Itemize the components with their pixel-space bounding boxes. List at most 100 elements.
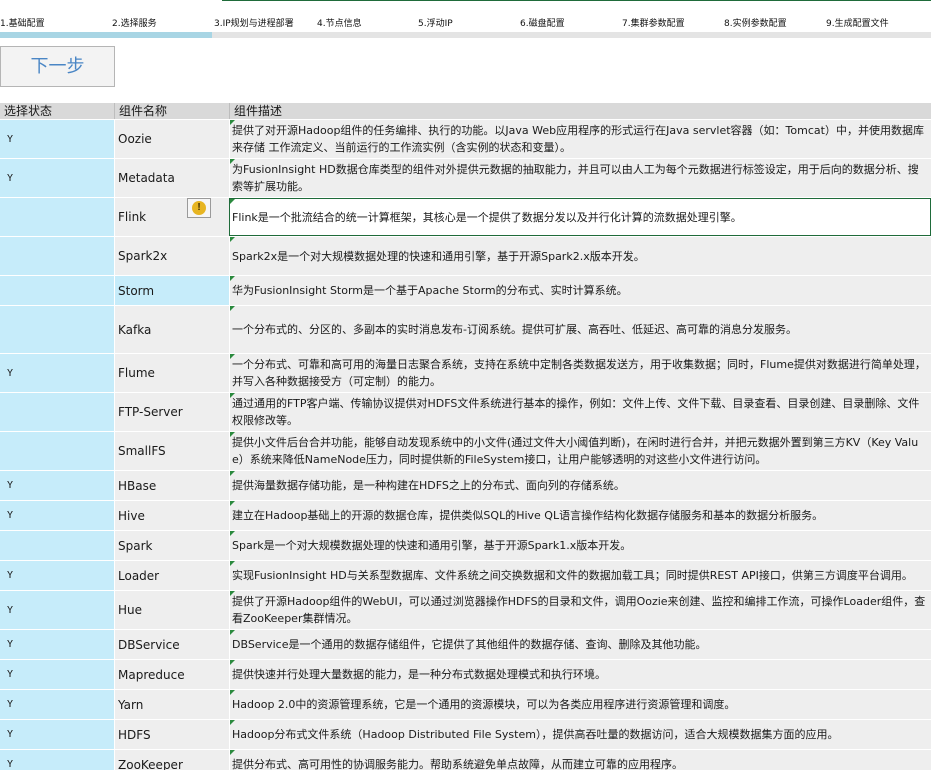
select-status-cell[interactable]: Y xyxy=(0,561,114,590)
table-row[interactable]: Flink Flink是一个批流结合的统一计算框架，其核心是一个提供了数据分发以及… xyxy=(0,198,931,237)
comment-marker-icon xyxy=(230,591,235,596)
step-node-info[interactable]: 4.节点信息 xyxy=(317,16,417,32)
component-desc-text: 华为FusionInsight Storm是一个基于Apache Storm的分… xyxy=(232,284,628,297)
component-name-cell[interactable]: Spark xyxy=(114,531,229,560)
component-desc-cell[interactable]: 华为FusionInsight Storm是一个基于Apache Storm的分… xyxy=(229,276,931,305)
component-name-cell[interactable]: Kafka xyxy=(114,306,229,353)
component-desc-cell[interactable]: 提供分布式、高可用性的协调服务能力。帮助系统避免单点故障，从而建立可靠的应用程序… xyxy=(229,750,931,770)
select-status-cell[interactable] xyxy=(0,306,114,353)
table-row[interactable]: Y Hue 提供了开源Hadoop组件的WebUI，可以通过浏览器操作HDFS的目录… xyxy=(0,591,931,630)
step-instance-params[interactable]: 8.实例参数配置 xyxy=(724,16,824,32)
step-ip-planning[interactable]: 3.IP规划与进程部署 xyxy=(214,16,314,32)
table-row[interactable]: Y HDFS Hadoop分布式文件系统（Hadoop Distributed Fi… xyxy=(0,720,931,750)
select-status-cell[interactable]: Y xyxy=(0,471,114,500)
component-desc-cell[interactable]: 实现FusionInsight HD与关系型数据库、文件系统之间交换数据和文件的… xyxy=(229,561,931,590)
component-desc-cell[interactable]: Spark是一个对大规模数据处理的快速和通用引擎，基于开源Spark1.x版本开… xyxy=(229,531,931,560)
component-desc-cell[interactable]: 一个分布式、可靠和高可用的海量日志聚合系统，支持在系统中定制各类数据发送方，用于… xyxy=(229,354,931,392)
select-status-cell[interactable]: Y xyxy=(0,750,114,770)
table-row[interactable]: Spark2x Spark2x是一个对大规模数据处理的快速和通用引擎，基于开源Sp… xyxy=(0,237,931,276)
table-row[interactable]: Y ZooKeeper 提供分布式、高可用性的协调服务能力。帮助系统避免单点故障，从… xyxy=(0,750,931,770)
component-desc-text: 一个分布式、可靠和高可用的海量日志聚合系统，支持在系统中定制各类数据发送方，用于… xyxy=(232,358,926,388)
table-row[interactable]: Y Flume 一个分布式、可靠和高可用的海量日志聚合系统，支持在系统中定制各类数据… xyxy=(0,354,931,393)
comment-marker-icon xyxy=(230,561,235,566)
component-name-cell[interactable]: HDFS xyxy=(114,720,229,749)
component-name-cell[interactable]: SmallFS xyxy=(114,432,229,470)
table-row[interactable]: Y Oozie 提供了对开源Hadoop组件的任务编排、执行的功能。以Java We… xyxy=(0,120,931,159)
component-name-cell[interactable]: Loader xyxy=(114,561,229,590)
component-desc-cell[interactable]: 提供小文件后台合并功能，能够自动发现系统中的小文件(通过文件大小阈值判断)，在闲… xyxy=(229,432,931,470)
select-status-cell[interactable] xyxy=(0,198,114,236)
table-row[interactable]: SmallFS 提供小文件后台合并功能，能够自动发现系统中的小文件(通过文件大小阈… xyxy=(0,432,931,471)
table-row[interactable]: Storm 华为FusionInsight Storm是一个基于Apache St… xyxy=(0,276,931,306)
component-desc-cell[interactable]: 提供了对开源Hadoop组件的任务编排、执行的功能。以Java Web应用程序的… xyxy=(229,120,931,158)
select-status-cell[interactable]: Y xyxy=(0,720,114,749)
table-row[interactable]: Y Loader 实现FusionInsight HD与关系型数据库、文件系统之间交… xyxy=(0,561,931,591)
component-desc-text: Hadoop 2.0中的资源管理系统，它是一个通用的资源模块，可以为各类应用程序… xyxy=(232,698,736,711)
component-desc-text: Spark2x是一个对大规模数据处理的快速和通用引擎，基于开源Spark2.x版… xyxy=(232,249,645,263)
comment-marker-icon xyxy=(230,432,235,437)
table-header: 选择状态 组件名称 组件描述 xyxy=(0,103,931,119)
select-status-cell[interactable]: Y xyxy=(0,630,114,659)
table-row[interactable]: Y Yarn Hadoop 2.0中的资源管理系统，它是一个通用的资源模块，可以为各… xyxy=(0,690,931,720)
select-status-cell[interactable]: Y xyxy=(0,690,114,719)
select-status-cell[interactable] xyxy=(0,237,114,275)
step-cluster-params[interactable]: 7.集群参数配置 xyxy=(622,16,722,32)
component-desc-cell[interactable]: 提供快速并行处理大量数据的能力，是一种分布式数据处理模式和执行环境。 xyxy=(229,660,931,689)
warning-icon[interactable]: ! xyxy=(187,198,211,218)
component-desc-cell[interactable]: Hadoop分布式文件系统（Hadoop Distributed File Sy… xyxy=(229,720,931,749)
select-status-cell[interactable] xyxy=(0,531,114,560)
component-name-cell[interactable]: Oozie xyxy=(114,120,229,158)
component-name-cell[interactable]: Metadata xyxy=(114,159,229,197)
component-desc-cell[interactable]: 通过通用的FTP客户端、传输协议提供对HDFS文件系统进行基本的操作，例如：文件… xyxy=(229,393,931,431)
component-name-cell[interactable]: Storm xyxy=(114,276,229,305)
step-floating-ip[interactable]: 5.浮动IP xyxy=(418,16,518,32)
select-status-cell[interactable] xyxy=(0,393,114,431)
comment-marker-icon xyxy=(230,237,235,242)
component-desc-cell[interactable]: 建立在Hadoop基础上的开源的数据仓库，提供类似SQL的Hive QL语言操作… xyxy=(229,501,931,530)
table-row[interactable]: Y Hive 建立在Hadoop基础上的开源的数据仓库，提供类似SQL的Hive Q… xyxy=(0,501,931,531)
component-desc-cell[interactable]: 一个分布式的、分区的、多副本的实时消息发布-订阅系统。提供可扩展、高吞吐、低延迟… xyxy=(229,306,931,353)
table-row[interactable]: Y DBService DBService是一个通用的数据存储组件，它提供了其他组件… xyxy=(0,630,931,660)
component-name-cell[interactable]: Flink xyxy=(114,198,229,236)
step-generate-config[interactable]: 9.生成配置文件 xyxy=(826,16,931,32)
table-row[interactable]: Y Metadata 为FusionInsight HD数据仓库类型的组件对外提供元… xyxy=(0,159,931,198)
component-desc-cell[interactable]: 为FusionInsight HD数据仓库类型的组件对外提供元数据的抽取能力，并… xyxy=(229,159,931,197)
component-desc-cell[interactable]: Spark2x是一个对大规模数据处理的快速和通用引擎，基于开源Spark2.x版… xyxy=(229,237,931,275)
select-status-cell[interactable]: Y xyxy=(0,660,114,689)
component-name-cell[interactable]: Mapreduce xyxy=(114,660,229,689)
component-name-cell[interactable]: Hive xyxy=(114,501,229,530)
component-name-cell[interactable]: Hue xyxy=(114,591,229,629)
step-disk-config[interactable]: 6.磁盘配置 xyxy=(520,16,620,32)
table-row[interactable]: Kafka 一个分布式的、分区的、多副本的实时消息发布-订阅系统。提供可扩展、高吞… xyxy=(0,306,931,354)
select-status-cell[interactable] xyxy=(0,276,114,305)
component-desc-cell[interactable]: Hadoop 2.0中的资源管理系统，它是一个通用的资源模块，可以为各类应用程序… xyxy=(229,690,931,719)
component-desc-cell[interactable]: DBService是一个通用的数据存储组件，它提供了其他组件的数据存储、查询、删… xyxy=(229,630,931,659)
component-name-cell[interactable]: Yarn xyxy=(114,690,229,719)
component-name-cell[interactable]: Spark2x xyxy=(114,237,229,275)
table-row[interactable]: FTP-Server 通过通用的FTP客户端、传输协议提供对HDFS文件系统进行基… xyxy=(0,393,931,432)
component-name-cell[interactable]: FTP-Server xyxy=(114,393,229,431)
select-status-cell[interactable]: Y xyxy=(0,120,114,158)
select-status-cell[interactable]: Y xyxy=(0,159,114,197)
step-select-service[interactable]: 2.选择服务 xyxy=(112,16,212,32)
component-desc-text: 提供快速并行处理大量数据的能力，是一种分布式数据处理模式和执行环境。 xyxy=(232,668,606,681)
table-row[interactable]: Spark Spark是一个对大规模数据处理的快速和通用引擎，基于开源Spark1… xyxy=(0,531,931,561)
component-desc-cell[interactable]: Flink是一个批流结合的统一计算框架，其核心是一个提供了数据分发以及并行化计算… xyxy=(229,198,931,236)
step-basic-config[interactable]: 1.基础配置 xyxy=(0,16,102,32)
select-status-cell[interactable]: Y xyxy=(0,354,114,392)
component-desc-cell[interactable]: 提供了开源Hadoop组件的WebUI，可以通过浏览器操作HDFS的目录和文件，… xyxy=(229,591,931,629)
component-desc-text: 为FusionInsight HD数据仓库类型的组件对外提供元数据的抽取能力，并… xyxy=(232,163,919,193)
select-status-cell[interactable]: Y xyxy=(0,591,114,629)
component-name-cell[interactable]: Flume xyxy=(114,354,229,392)
table-row[interactable]: Y HBase 提供海量数据存储功能，是一种构建在HDFS之上的分布式、面向列的存储… xyxy=(0,471,931,501)
select-status-cell[interactable]: Y xyxy=(0,501,114,530)
component-desc-cell[interactable]: 提供海量数据存储功能，是一种构建在HDFS之上的分布式、面向列的存储系统。 xyxy=(229,471,931,500)
component-name-cell[interactable]: ZooKeeper xyxy=(114,750,229,770)
component-name-cell[interactable]: HBase xyxy=(114,471,229,500)
table-row[interactable]: Y Mapreduce 提供快速并行处理大量数据的能力，是一种分布式数据处理模式和执… xyxy=(0,660,931,690)
next-step-button[interactable]: 下一步 xyxy=(0,46,115,87)
select-status-cell[interactable] xyxy=(0,432,114,470)
component-desc-text: 建立在Hadoop基础上的开源的数据仓库，提供类似SQL的Hive QL语言操作… xyxy=(232,509,824,522)
component-desc-text: 一个分布式的、分区的、多副本的实时消息发布-订阅系统。提供可扩展、高吞吐、低延迟… xyxy=(232,323,797,336)
component-name-cell[interactable]: DBService xyxy=(114,630,229,659)
